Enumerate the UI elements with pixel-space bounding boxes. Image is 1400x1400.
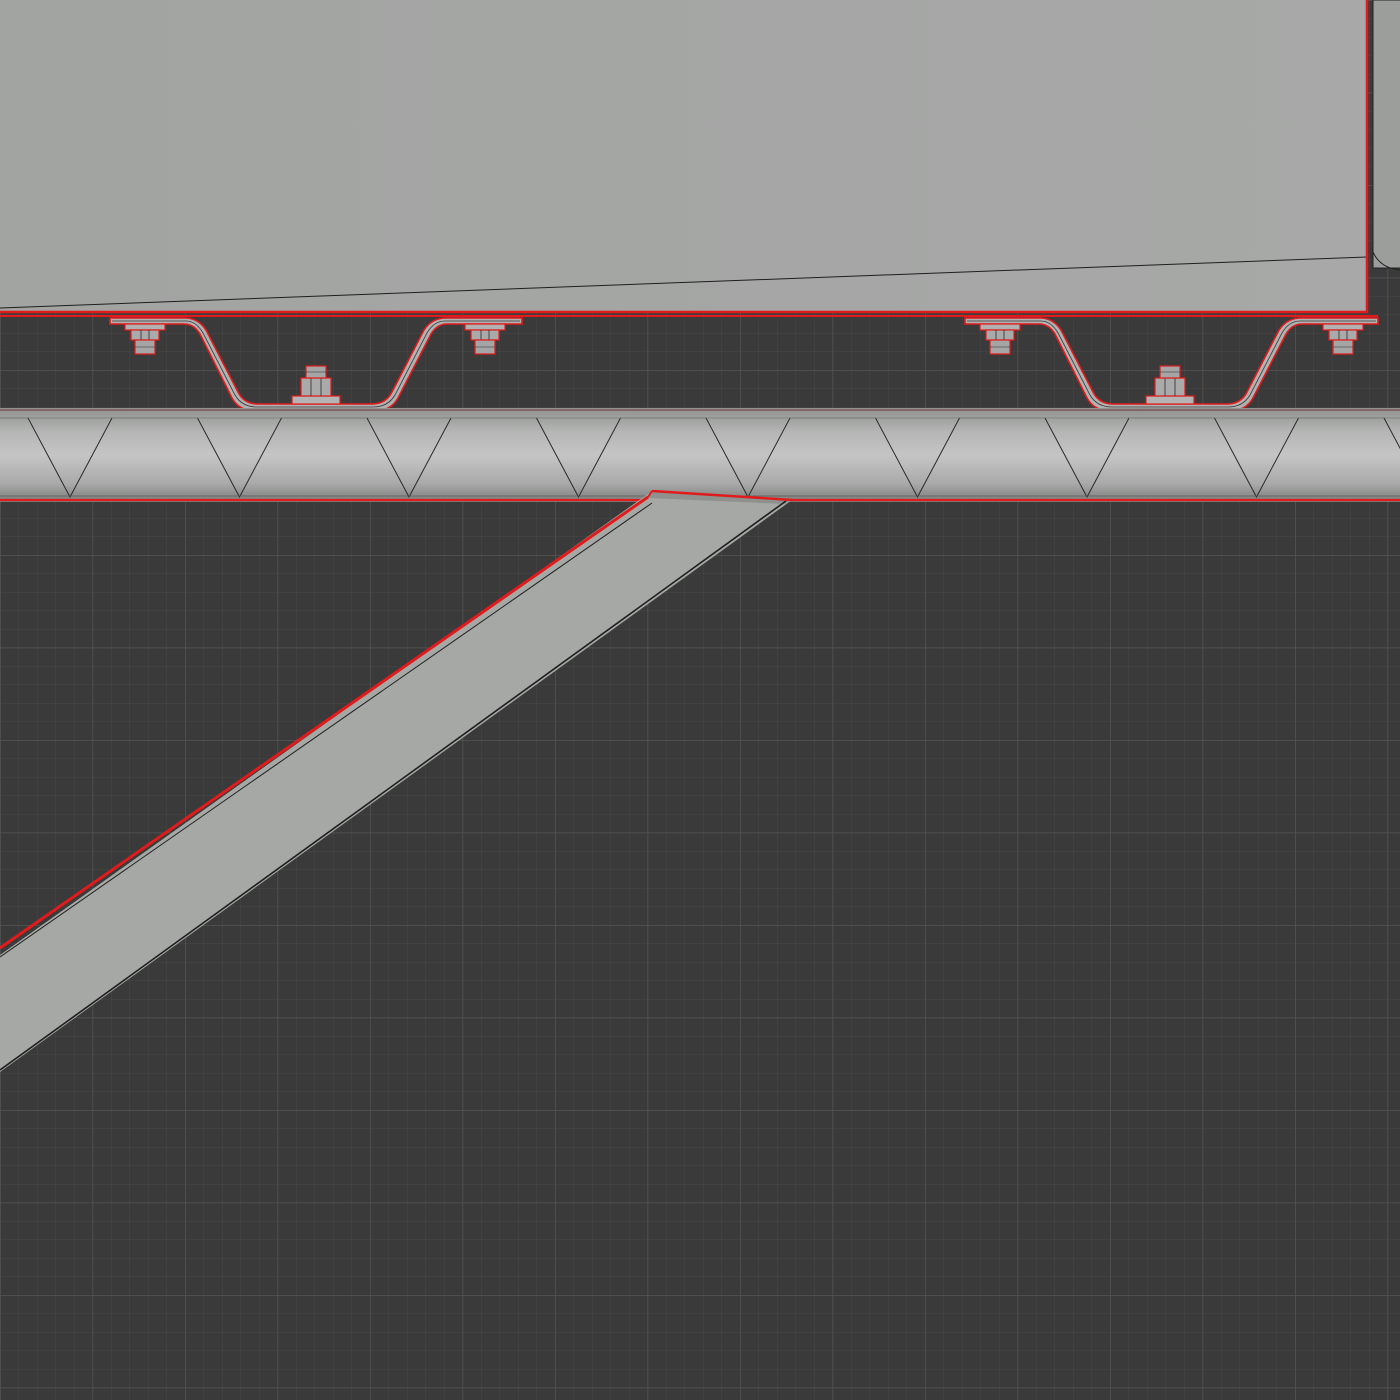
3d-viewport[interactable] [0,0,1400,1400]
right-post[interactable] [1372,0,1400,271]
viewport-canvas[interactable] [0,0,1400,1400]
upper-panel[interactable] [0,0,1378,317]
spiral-ribbed-pipe[interactable] [0,408,1400,502]
